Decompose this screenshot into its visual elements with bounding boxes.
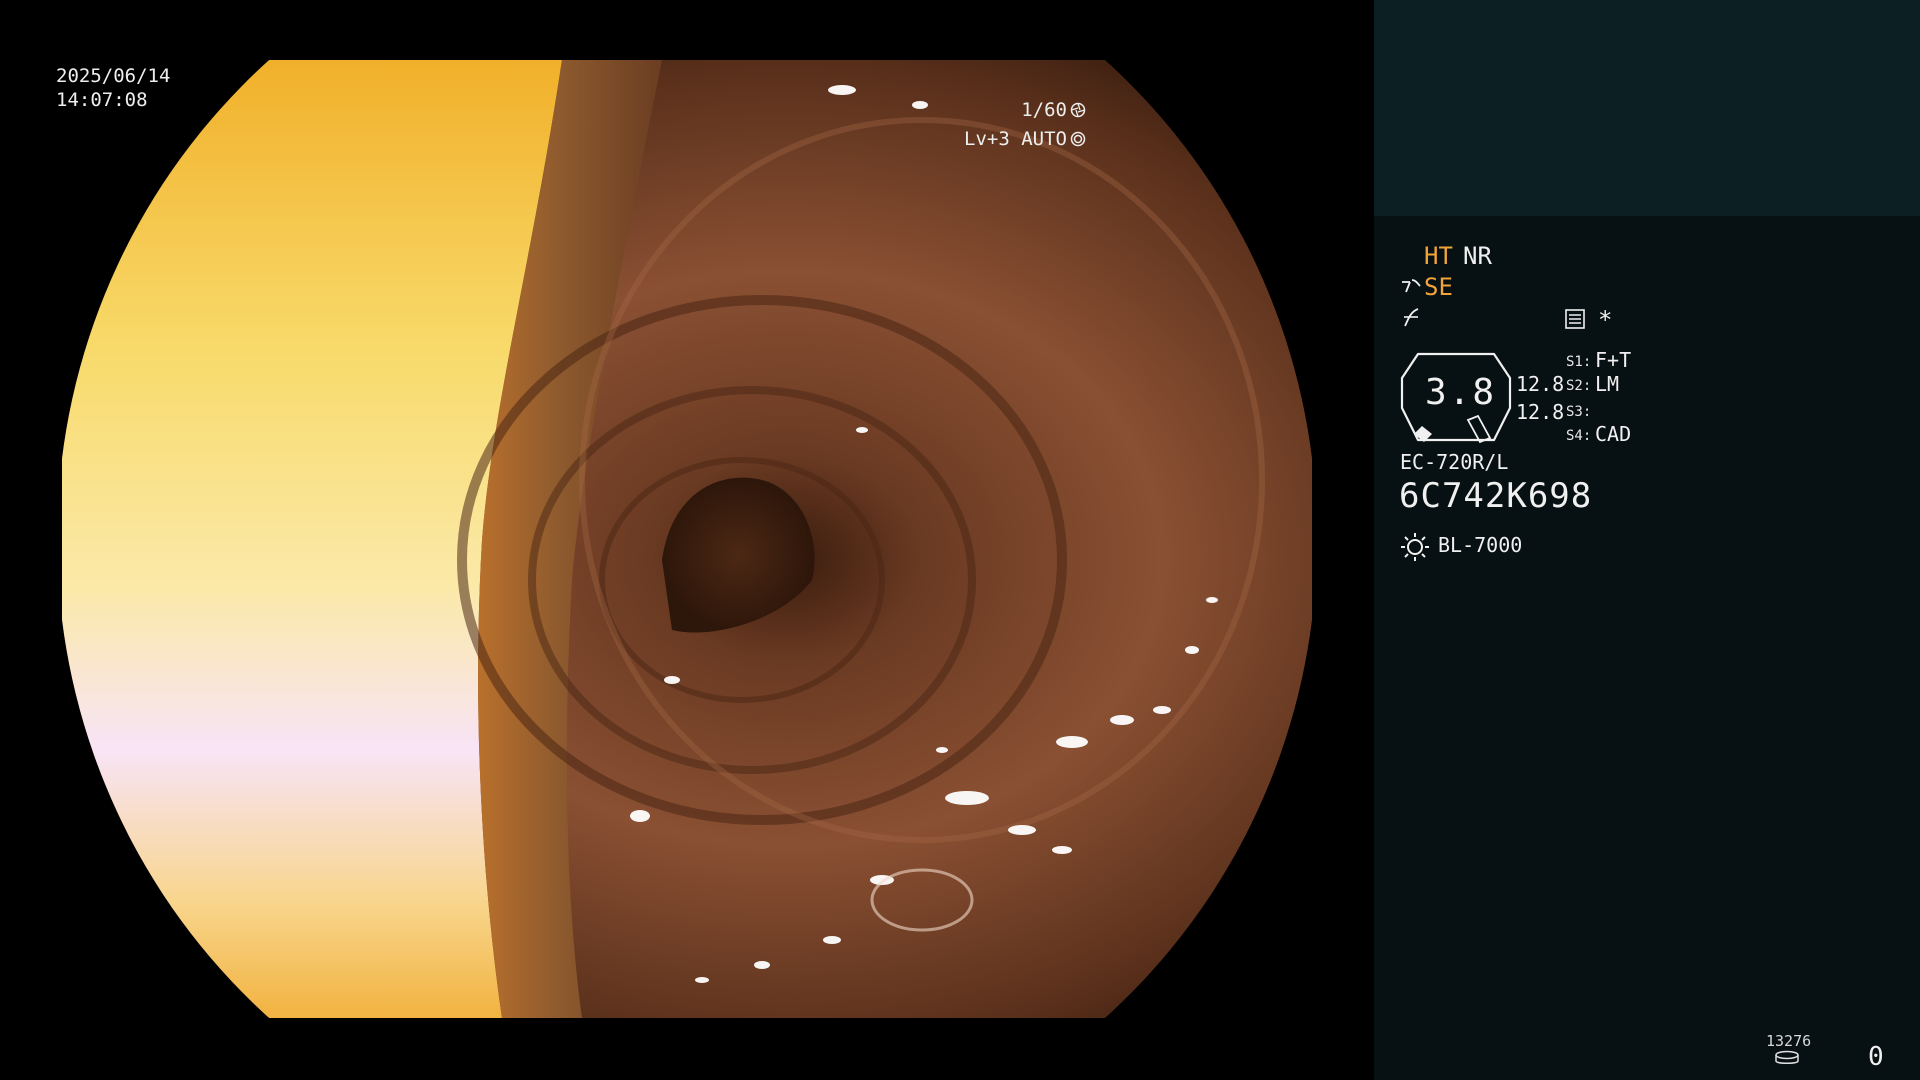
asterisk-indicator: * [1598, 306, 1613, 334]
endoscope-screen: 2025/06/14 14:07:08 1/60 Lv+3 AUTO HT NR… [0, 0, 1920, 1080]
value-top: 12.8 [1516, 372, 1565, 396]
value-bottom: 12.8 [1516, 400, 1565, 424]
switch-1-label: S1: [1566, 354, 1592, 370]
memo-icon [1565, 309, 1585, 329]
switch-4-value: CAD [1595, 422, 1632, 446]
aperture-icon [1070, 102, 1086, 118]
date-display: 2025/06/14 [56, 65, 171, 87]
switch-3-label: S3: [1566, 404, 1592, 420]
panel-header-area [1374, 0, 1920, 216]
endoscope-image [62, 60, 1312, 1018]
shutter-value: 1/60 [1021, 99, 1067, 121]
switch-2-label: S2: [1566, 378, 1592, 394]
scope-model: EC-720R/L [1400, 450, 1509, 474]
nr-indicator: NR [1463, 242, 1492, 270]
structure-enhance-icon [1402, 279, 1421, 293]
scope-serial: 6C742K698 [1399, 476, 1593, 516]
endoscope-video-view [62, 60, 1312, 1018]
zoom-value: 3.8 [1425, 372, 1497, 413]
light-source-label: BL-7000 [1438, 533, 1523, 557]
switch-2-value: LM [1595, 372, 1620, 396]
ht-indicator: HT [1424, 242, 1453, 270]
level-value: Lv+3 AUTO [964, 128, 1067, 150]
switch-4-label: S4: [1566, 428, 1592, 444]
level-indicator: Lv+3 AUTO [964, 127, 1086, 151]
shutter-indicator: 1/60 [1021, 98, 1086, 122]
right-number: 0 [1868, 1042, 1884, 1072]
time-display: 14:07:08 [56, 89, 148, 111]
status-panel [1374, 216, 1920, 1080]
switch-1-value: F+T [1595, 348, 1632, 372]
gamma-curve-icon [1404, 308, 1419, 327]
disk-icon [1775, 1050, 1799, 1064]
light-source-icon [1401, 533, 1429, 561]
auto-iris-icon [1070, 131, 1086, 147]
image-counter: 13276 [1766, 1032, 1812, 1050]
se-indicator: SE [1424, 273, 1453, 301]
